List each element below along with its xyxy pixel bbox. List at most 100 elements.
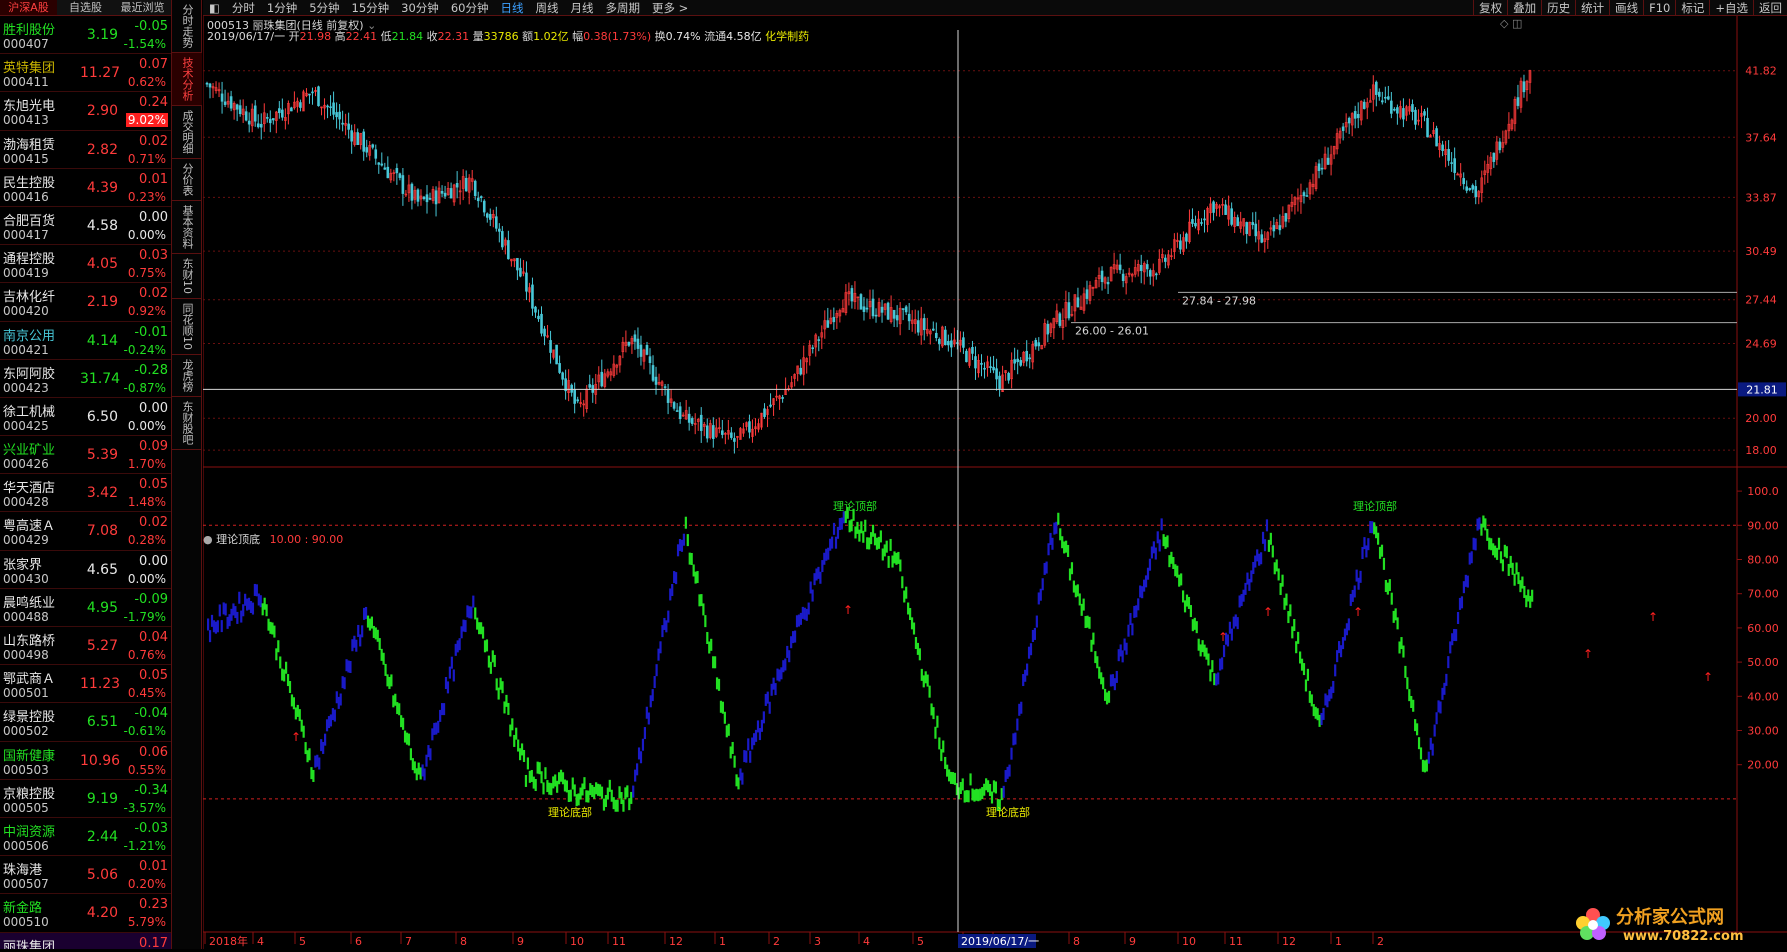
candle-body [257,124,259,127]
stock-price: 5.39 [80,447,118,463]
dropdown-icon[interactable]: ⌄ [367,19,376,32]
stock-row[interactable]: 胜利股份0004073.19-0.05-1.54% [0,16,171,54]
candle-body [1246,222,1248,233]
vtab-1[interactable]: 技术分析 [172,53,202,106]
stock-row[interactable]: 合肥百货0004174.580.000.00% [0,207,171,245]
stock-row[interactable]: 东旭光电0004132.900.249.02% [0,92,171,130]
price-range-label: 27.84 - 27.98 [1182,294,1256,307]
candle-body [1523,82,1525,92]
period-tab-0[interactable]: 分时 [226,0,261,16]
period-tab-9[interactable]: 多周期 [599,0,646,16]
expand-icon[interactable]: ◫ [1512,17,1522,30]
period-tab-3[interactable]: 15分钟 [346,0,396,16]
vtab-6[interactable]: 同花顺10 [172,299,202,355]
tool-button-7[interactable]: +自选 [1709,0,1753,16]
stock-row[interactable]: 南京公用0004214.14-0.01-0.24% [0,322,171,360]
osc-bar [1067,545,1069,557]
osc-bar [1233,617,1235,629]
osc-bar [644,727,646,739]
stock-row[interactable]: 民生控股0004164.390.010.23% [0,169,171,207]
candle-body [1213,202,1215,213]
osc-bar [1077,584,1079,596]
stock-row[interactable]: 中润资源0005062.44-0.03-1.21% [0,818,171,856]
indicator-name[interactable]: 理论顶底 [216,533,260,546]
toggle-panel-icon[interactable]: ◧ [203,0,226,16]
tool-button-8[interactable]: 返回 [1753,0,1787,16]
vtab-7[interactable]: 龙虎榜 [172,355,202,397]
candle-body [1363,102,1365,109]
candle-body [363,132,365,152]
diamond-icon[interactable]: ◇ [1500,17,1508,30]
tool-button-0[interactable]: 复权 [1473,0,1507,16]
stock-row[interactable]: 徐工机械0004256.500.000.00% [0,398,171,436]
stock-row[interactable]: 通程控股0004194.050.030.75% [0,245,171,283]
stock-row[interactable]: 绿景控股0005026.51-0.04-0.61% [0,703,171,741]
vtab-3[interactable]: 分价表 [172,159,202,201]
period-tab-8[interactable]: 月线 [564,0,599,16]
stock-row[interactable]: 丽珠集团0.17 [0,933,171,950]
stock-row[interactable]: 张家界0004304.650.000.00% [0,551,171,589]
price-tick-label: 41.82 [1745,65,1777,78]
osc-bar [1358,578,1360,590]
osc-bar [517,740,519,752]
tool-button-1[interactable]: 叠加 [1507,0,1541,16]
vtab-0[interactable]: 分时走势 [172,0,202,53]
stock-change-pct: 5.79% [126,915,168,929]
stock-name: 渤海租赁 [3,134,55,153]
osc-bar [856,522,858,534]
tool-button-5[interactable]: F10 [1643,0,1675,16]
stock-row[interactable]: 兴业矿业0004265.390.091.70% [0,436,171,474]
osc-bar [509,725,511,737]
candle-body [342,123,344,124]
stock-row[interactable]: 东阿阿胶00042331.74-0.28-0.87% [0,360,171,398]
period-tab-7[interactable]: 周线 [529,0,564,16]
osc-bar [962,778,964,790]
osc-bar [492,650,494,662]
osc-bar [1293,619,1295,631]
stock-row[interactable]: 吉林化纤0004202.190.020.92% [0,283,171,321]
stock-row[interactable]: 新金路0005104.200.235.79% [0,894,171,932]
osc-bar [1361,547,1363,559]
stock-row[interactable]: 山东路桥0004985.270.040.76% [0,627,171,665]
indicator-settings-icon[interactable]: ● [203,533,213,546]
stock-row[interactable]: 粤高速Ａ0004297.080.020.28% [0,512,171,550]
stock-row[interactable]: 珠海港0005075.060.010.20% [0,856,171,894]
osc-bar [240,611,242,623]
stock-row[interactable]: 渤海租赁0004152.820.020.71% [0,131,171,169]
tool-button-4[interactable]: 画线 [1609,0,1643,16]
stock-row[interactable]: 鄂武商Ａ00050111.230.050.45% [0,665,171,703]
tool-button-3[interactable]: 统计 [1575,0,1609,16]
period-tab-5[interactable]: 60分钟 [445,0,495,16]
tool-button-2[interactable]: 历史 [1541,0,1575,16]
tool-button-6[interactable]: 标记 [1675,0,1709,16]
osc-bar [790,636,792,648]
stock-row[interactable]: 晨鸣纸业0004884.95-0.09-1.79% [0,589,171,627]
stock-row[interactable]: 京粮控股0005059.19-0.34-3.57% [0,780,171,818]
osc-bar [780,667,782,679]
period-tab-4[interactable]: 30分钟 [395,0,445,16]
period-tab-2[interactable]: 5分钟 [303,0,345,16]
period-tab-1[interactable]: 1分钟 [261,0,303,16]
period-tab-6[interactable]: 日线 [494,0,529,16]
list-tab-1[interactable]: 自选股 [57,0,114,15]
candle-body [330,107,332,108]
osc-bar [800,613,802,625]
stock-row[interactable]: 英特集团00041111.270.070.62% [0,54,171,92]
list-tab-2[interactable]: 最近浏览 [114,0,171,15]
chart-canvas[interactable]: ↑↑↑↑↑↑↑↑ 41.8237.6433.8730.4927.4424.692… [203,16,1787,949]
vtab-5[interactable]: 东财10 [172,254,202,299]
osc-bar [236,612,238,624]
osc-bar [1081,604,1083,616]
list-tab-0[interactable]: 沪深A股 [0,0,57,15]
vtab-8[interactable]: 东财股吧 [172,397,202,450]
stock-row[interactable]: 华天酒店0004283.420.051.48% [0,474,171,512]
candle-body [1375,82,1377,95]
vtab-2[interactable]: 成交明细 [172,106,202,159]
period-tab-10[interactable]: 更多 > [646,0,694,16]
candle-body [944,330,946,345]
osc-bar [213,620,215,632]
osc-bar [1340,645,1342,657]
osc-bar [995,781,997,793]
vtab-4[interactable]: 基本资料 [172,201,202,254]
stock-row[interactable]: 国新健康00050310.960.060.55% [0,742,171,780]
